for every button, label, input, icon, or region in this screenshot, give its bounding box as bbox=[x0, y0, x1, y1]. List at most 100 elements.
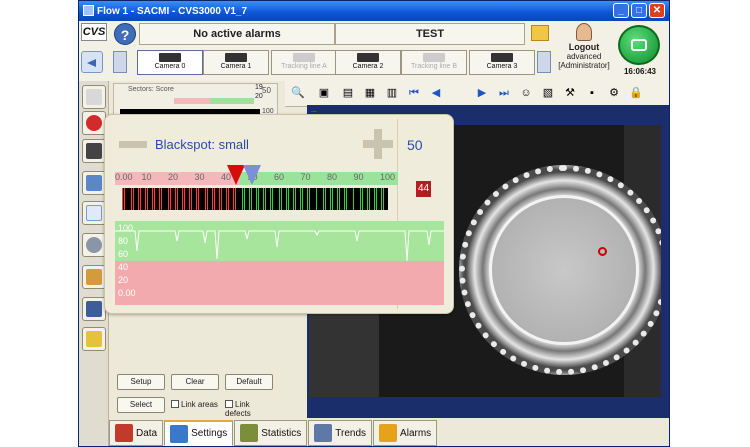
score-streak bbox=[286, 188, 287, 210]
sidebar-item-fill[interactable] bbox=[82, 85, 106, 109]
zoom-icon[interactable]: 🔍 bbox=[289, 84, 307, 102]
sidebar-item-settings[interactable] bbox=[82, 233, 106, 257]
score-streak bbox=[302, 188, 303, 210]
score-streak bbox=[184, 188, 185, 210]
checkbox-box[interactable] bbox=[171, 400, 179, 408]
tab-label: Statistics bbox=[261, 427, 302, 439]
control-buttons: Setup Clear Default Select Link areas Li… bbox=[115, 371, 275, 418]
prev-frame-icon[interactable]: ◀ bbox=[427, 84, 445, 102]
score-streak bbox=[159, 188, 160, 210]
setup-button[interactable]: Setup bbox=[117, 374, 165, 390]
score-streak bbox=[256, 188, 257, 210]
defect-marker[interactable] bbox=[598, 247, 607, 256]
minimize-button[interactable]: _ bbox=[613, 3, 629, 18]
network-icon[interactable]: ⚙ bbox=[605, 84, 623, 102]
score-streak bbox=[145, 188, 146, 210]
camera-tab-3[interactable]: Camera 2 bbox=[335, 50, 401, 75]
camera-prev-arrow[interactable] bbox=[113, 51, 127, 73]
sidebar-item-camera[interactable] bbox=[82, 139, 106, 163]
camera-label: Camera 3 bbox=[486, 63, 518, 70]
camera-tab-5[interactable]: Camera 3 bbox=[469, 50, 535, 75]
camera-tab-2[interactable]: Tracking line A bbox=[271, 50, 337, 75]
smiley-icon[interactable]: ☺ bbox=[517, 84, 535, 102]
score-streak bbox=[124, 188, 125, 210]
camera-label: Camera 2 bbox=[352, 63, 384, 70]
score-streak bbox=[270, 188, 271, 210]
frame-total: 20 bbox=[255, 93, 263, 100]
camera-tab-4[interactable]: Tracking line B bbox=[401, 50, 467, 75]
operator-icon bbox=[86, 175, 102, 191]
score-streak bbox=[138, 188, 139, 210]
increase-button[interactable] bbox=[363, 129, 393, 159]
checkbox-box[interactable] bbox=[225, 400, 233, 408]
last-frame-icon[interactable]: ⏭ bbox=[495, 84, 513, 102]
first-frame-icon[interactable]: ⏮ bbox=[405, 84, 423, 102]
select-button[interactable]: Select bbox=[117, 397, 165, 413]
score-streak bbox=[249, 188, 250, 210]
score-streak bbox=[251, 188, 252, 210]
score-streak bbox=[383, 188, 384, 210]
statistics-icon bbox=[240, 424, 259, 442]
tab-label: Trends bbox=[335, 427, 367, 439]
next-frame-icon[interactable]: ▶ bbox=[473, 84, 491, 102]
bucket-icon[interactable]: ▣ bbox=[315, 84, 333, 102]
link-areas-checkbox[interactable]: Link areas bbox=[171, 400, 218, 409]
back-button[interactable] bbox=[81, 51, 103, 73]
score-streak bbox=[309, 188, 310, 210]
score-streak bbox=[122, 188, 123, 210]
tab-data[interactable]: Data bbox=[109, 420, 164, 446]
tab-settings[interactable]: Settings bbox=[164, 420, 234, 446]
threshold-marker[interactable] bbox=[243, 165, 261, 185]
score-streak bbox=[182, 188, 183, 210]
score-streak bbox=[265, 188, 266, 210]
cvs-logo: CVS bbox=[81, 23, 107, 41]
logout-button[interactable]: Logout advanced [Administrator] bbox=[554, 21, 614, 77]
sidebar-item-operator[interactable] bbox=[82, 171, 106, 195]
score-streak bbox=[133, 188, 134, 210]
film-strip-icon[interactable]: ▥ bbox=[383, 84, 401, 102]
score-streak bbox=[168, 188, 169, 210]
lock-icon[interactable]: 🔒 bbox=[627, 84, 645, 102]
tab-statistics[interactable]: Statistics bbox=[234, 420, 308, 446]
help-button[interactable]: ? bbox=[114, 23, 136, 45]
camera-alert-icon[interactable]: ▪ bbox=[583, 84, 601, 102]
run-status-button[interactable] bbox=[618, 25, 660, 65]
sidebar-item-save[interactable] bbox=[82, 297, 106, 321]
user-role: [Administrator] bbox=[558, 61, 610, 70]
sidebar-item-tools[interactable] bbox=[82, 265, 106, 289]
tab-label: Data bbox=[136, 427, 158, 439]
data-icon bbox=[115, 424, 133, 442]
maximize-button[interactable]: □ bbox=[631, 3, 647, 18]
default-button[interactable]: Default bbox=[225, 374, 273, 390]
document-icon bbox=[86, 205, 102, 221]
tab-trends[interactable]: Trends bbox=[308, 420, 373, 446]
scale-tick: 70 bbox=[300, 172, 311, 182]
image-icon[interactable]: ▧ bbox=[539, 84, 557, 102]
camera-tab-1[interactable]: Camera 1 bbox=[203, 50, 269, 75]
sidebar-item-document[interactable] bbox=[82, 201, 106, 225]
score-streak bbox=[244, 188, 245, 210]
camera-label: Tracking line A bbox=[281, 63, 327, 70]
score-streak bbox=[281, 188, 282, 210]
scale-tick: 30 bbox=[194, 172, 205, 182]
settings-icon bbox=[170, 424, 189, 443]
scale-tick: 10 bbox=[141, 172, 152, 182]
logout-label: Logout bbox=[568, 42, 600, 52]
tab-alarms[interactable]: Alarms bbox=[373, 420, 438, 446]
test-box[interactable]: TEST bbox=[335, 23, 525, 45]
folder-icon[interactable] bbox=[531, 25, 549, 41]
decrease-button[interactable] bbox=[119, 141, 147, 148]
sidebar-item-stop[interactable] bbox=[82, 111, 106, 135]
link-defects-checkbox[interactable]: Link defects bbox=[225, 400, 275, 418]
open-folder-icon[interactable]: ▤ bbox=[339, 84, 357, 102]
user-icon bbox=[576, 23, 592, 41]
camera-next-arrow[interactable] bbox=[537, 51, 551, 73]
sidebar-item-favorites[interactable] bbox=[82, 327, 106, 351]
clear-button[interactable]: Clear bbox=[171, 374, 219, 390]
tools-icon[interactable]: ⚒ bbox=[561, 84, 579, 102]
camera-tab-0[interactable]: Camera 0 bbox=[137, 50, 203, 75]
bucket-icon bbox=[86, 89, 102, 105]
film-icon[interactable]: ▦ bbox=[361, 84, 379, 102]
score-streak bbox=[170, 188, 171, 210]
close-button[interactable]: ✕ bbox=[649, 3, 665, 18]
